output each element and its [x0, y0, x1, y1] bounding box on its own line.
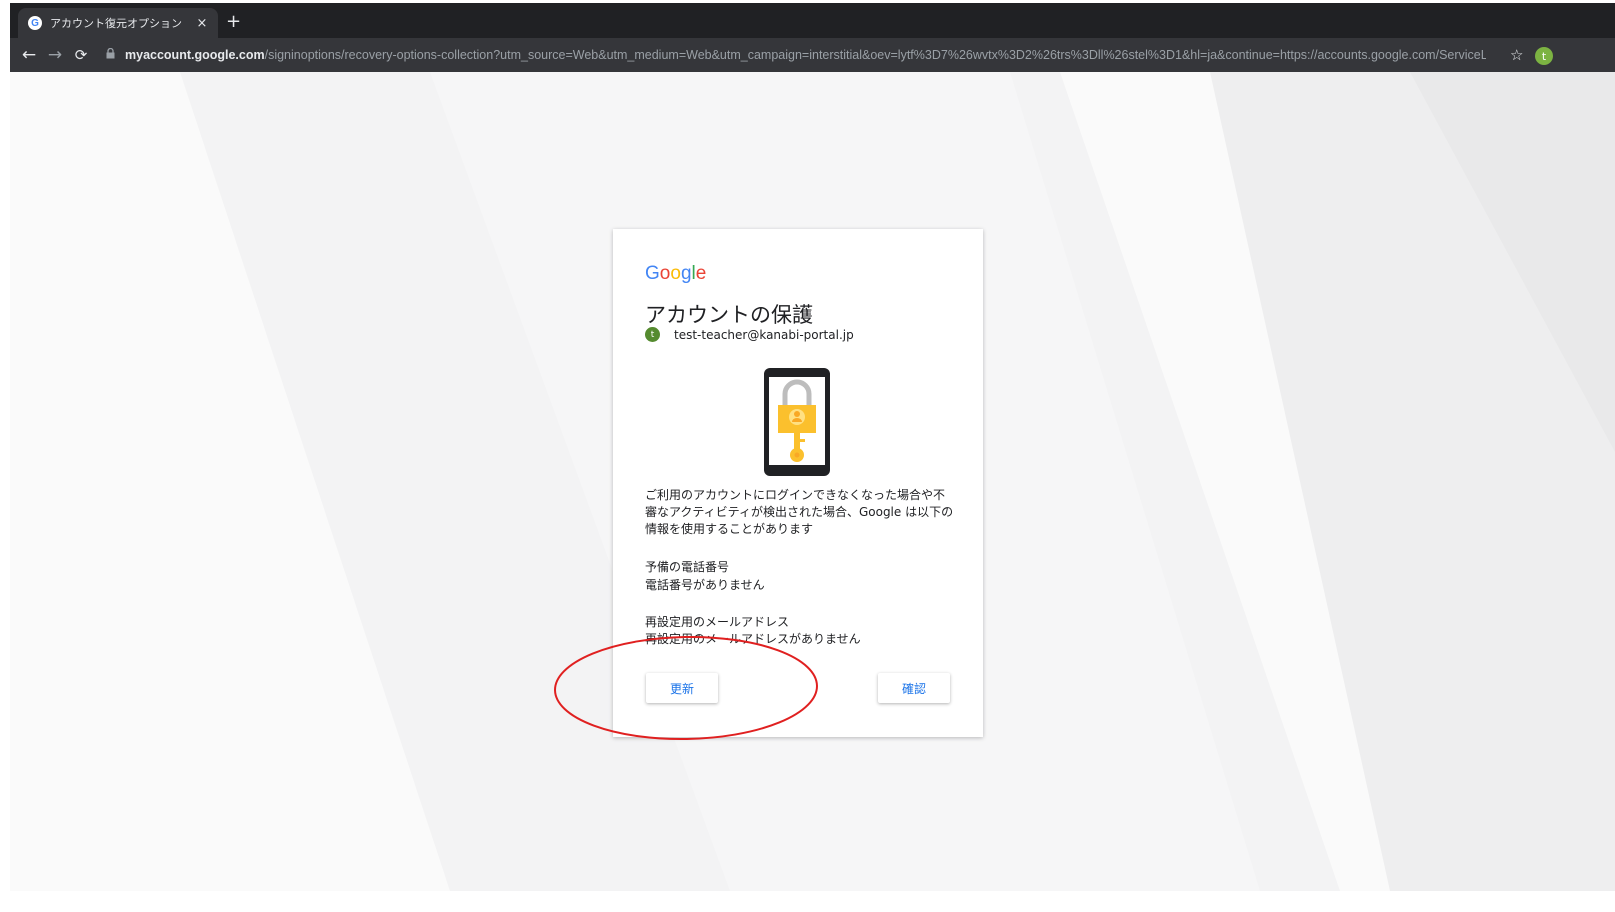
google-logo: Google [645, 263, 706, 285]
account-chip: t test-teacher@kanabi-portal.jp [645, 327, 854, 342]
google-favicon-icon: G [28, 16, 42, 30]
avatar: t [645, 327, 660, 342]
back-arrow-icon[interactable]: ← [16, 45, 42, 65]
logo-letter: e [695, 263, 707, 284]
reload-icon[interactable]: ⟳ [68, 46, 94, 64]
browser-window: G アカウント復元オプション × + ← → ⟳ myaccount.googl… [10, 3, 1615, 891]
recovery-phone-label: 予備の電話番号 [645, 560, 730, 574]
bookmark-star-icon[interactable]: ☆ [1510, 46, 1523, 64]
logo-letter: o [659, 263, 671, 284]
page-title: アカウントの保護 [645, 303, 813, 327]
tab-account-recovery[interactable]: G アカウント復元オプション × [18, 8, 218, 38]
profile-avatar[interactable]: t [1535, 47, 1553, 65]
address-bar[interactable]: myaccount.google.com /signinoptions/reco… [106, 42, 1486, 68]
logo-letter: G [645, 263, 660, 284]
logo-letter: o [670, 263, 681, 284]
recovery-email-label: 再設定用のメールアドレス [645, 615, 790, 629]
forward-arrow-icon[interactable]: → [42, 45, 68, 65]
url-path: /signinoptions/recovery-options-collecti… [264, 48, 1486, 62]
update-button[interactable]: 更新 [646, 673, 718, 703]
browser-toolbar: ← → ⟳ myaccount.google.com /signinoption… [10, 38, 1615, 72]
lock-icon [106, 47, 115, 62]
tab-close-icon[interactable]: × [192, 16, 212, 31]
description-text: ご利用のアカウントにログインできなくなった場合や不審なアクティビティが検出された… [645, 488, 954, 536]
url-host: myaccount.google.com [125, 48, 265, 62]
phone-lock-key-icon [764, 368, 830, 476]
recovery-phone-value: 電話番号がありません [645, 578, 765, 592]
account-email: test-teacher@kanabi-portal.jp [674, 327, 854, 342]
new-tab-button[interactable]: + [226, 12, 241, 32]
tab-title: アカウント復元オプション [50, 17, 182, 30]
tab-strip: G アカウント復元オプション × + [10, 3, 1615, 38]
page-content: Google アカウントの保護 t test-teacher@kanabi-po… [10, 72, 1615, 891]
logo-letter: g [680, 263, 692, 284]
recovery-email-value: 再設定用のメールアドレスがありません [645, 632, 861, 646]
confirm-button[interactable]: 確認 [878, 673, 950, 703]
account-protection-card: Google アカウントの保護 t test-teacher@kanabi-po… [613, 229, 983, 737]
